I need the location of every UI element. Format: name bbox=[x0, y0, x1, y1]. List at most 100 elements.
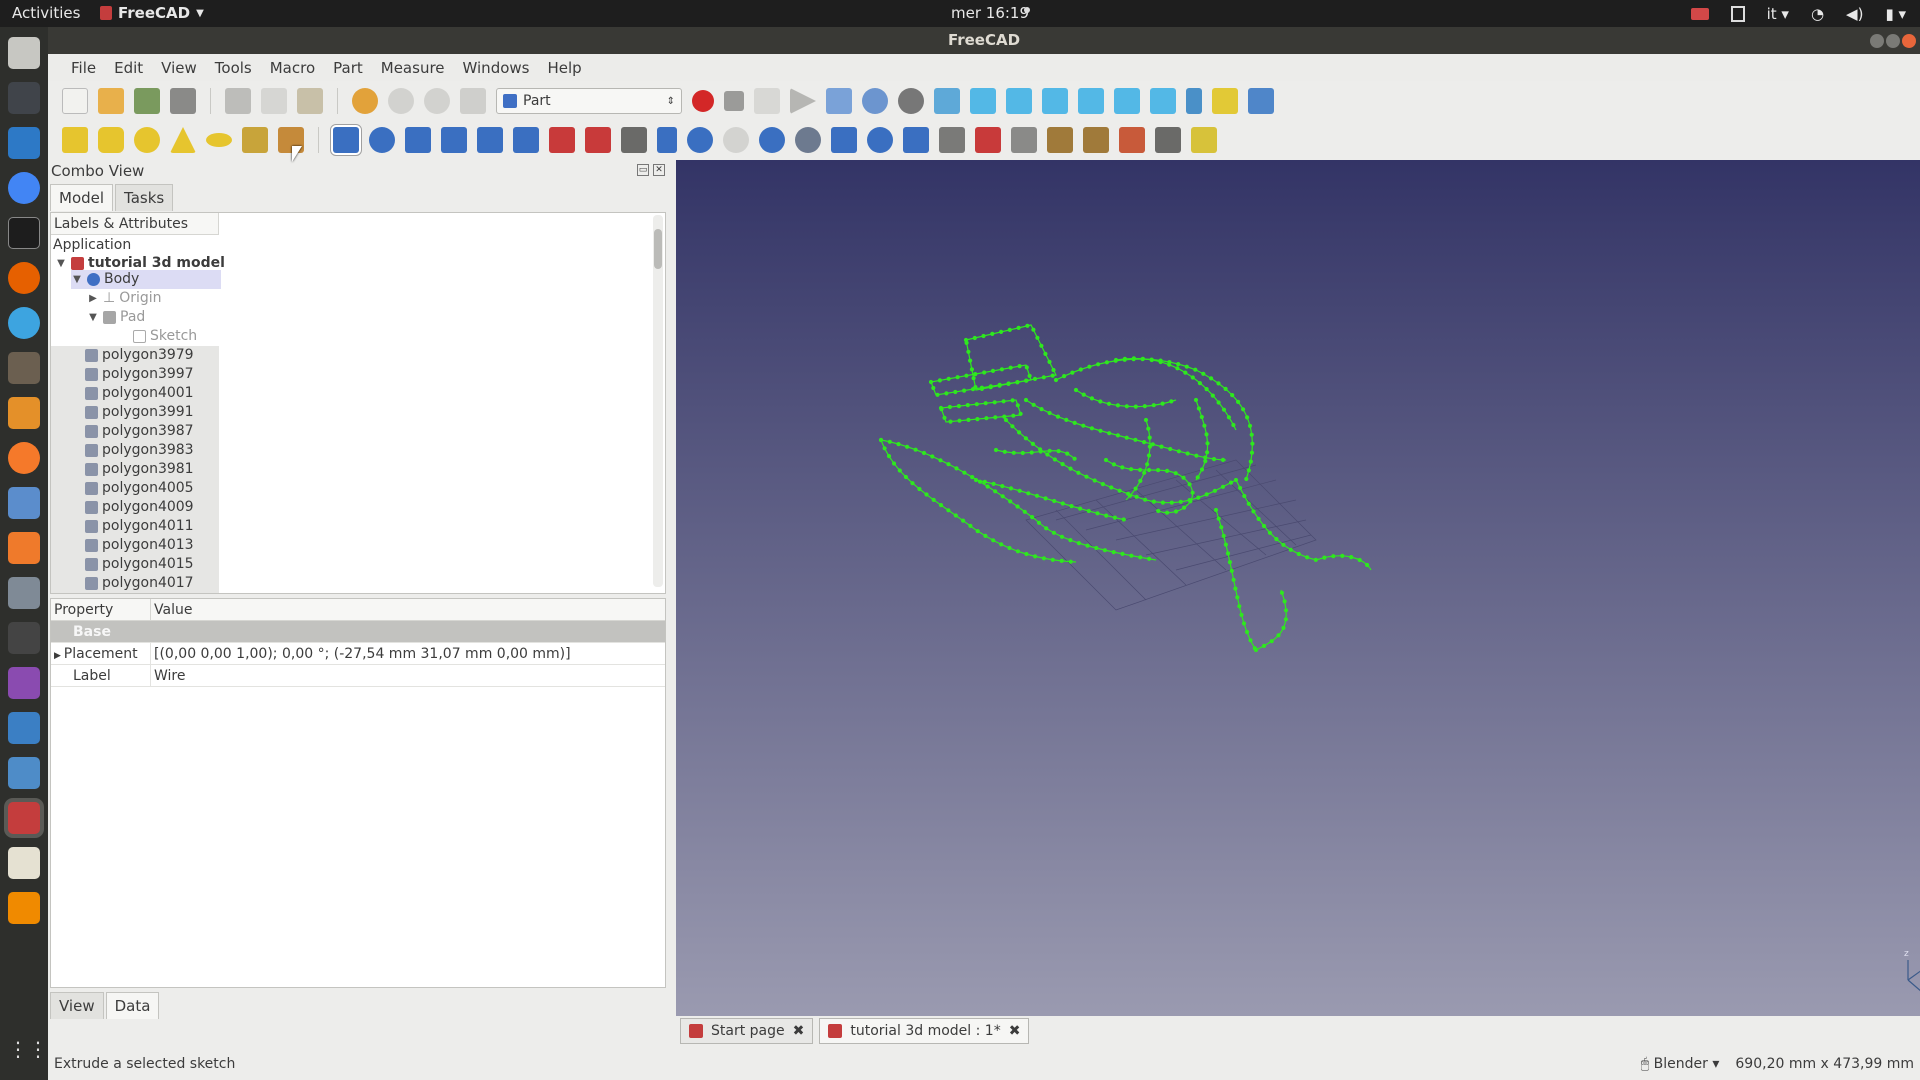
inkscape-icon[interactable] bbox=[8, 82, 40, 114]
fillet-icon[interactable] bbox=[441, 127, 467, 153]
fit-all-icon[interactable] bbox=[826, 88, 852, 114]
tree-polygon-item[interactable]: polygon3983 bbox=[51, 441, 219, 460]
macro-edit-icon[interactable] bbox=[754, 88, 780, 114]
close-window-icon[interactable] bbox=[1902, 34, 1916, 48]
battery-icon[interactable]: ▮ ▾ bbox=[1885, 5, 1906, 23]
view-bottom-icon[interactable] bbox=[1114, 88, 1140, 114]
menu-macro[interactable]: Macro bbox=[261, 59, 324, 77]
float-panel-icon[interactable]: ▭ bbox=[637, 164, 649, 176]
files-icon[interactable] bbox=[8, 37, 40, 69]
activities-button[interactable]: Activities bbox=[12, 4, 80, 22]
open-folder-icon[interactable] bbox=[98, 88, 124, 114]
menu-view[interactable]: View bbox=[152, 59, 206, 77]
attachment-icon[interactable] bbox=[1119, 127, 1145, 153]
tree-polygon-item[interactable]: polygon4017 bbox=[51, 574, 219, 593]
primitives-icon[interactable] bbox=[242, 127, 268, 153]
measure-distance-icon[interactable] bbox=[1186, 88, 1202, 114]
copy-icon[interactable] bbox=[261, 88, 287, 114]
tab-model[interactable]: Model bbox=[50, 184, 114, 211]
cylinder-icon[interactable] bbox=[98, 127, 124, 153]
freecad-launcher-icon[interactable] bbox=[8, 802, 40, 834]
expand-arrow-icon[interactable]: ▶ bbox=[54, 651, 64, 661]
vlc-icon[interactable] bbox=[8, 892, 40, 924]
wifi-icon[interactable]: ◔ bbox=[1811, 5, 1824, 23]
common-icon[interactable] bbox=[795, 127, 821, 153]
extrude-icon[interactable] bbox=[333, 127, 359, 153]
save-icon[interactable] bbox=[134, 88, 160, 114]
view-right-icon[interactable] bbox=[1042, 88, 1068, 114]
cube-icon[interactable] bbox=[62, 127, 88, 153]
ruled-surface-icon[interactable] bbox=[549, 127, 575, 153]
minimize-icon[interactable] bbox=[1870, 34, 1884, 48]
cut-boolean-icon[interactable] bbox=[723, 127, 749, 153]
chamfer-icon[interactable] bbox=[477, 127, 503, 153]
section-icon[interactable] bbox=[657, 127, 677, 153]
thickness-icon[interactable] bbox=[939, 127, 965, 153]
fuse-icon[interactable] bbox=[759, 127, 785, 153]
tree-pad[interactable]: ▼ Pad bbox=[87, 308, 145, 327]
virtualbox-icon[interactable] bbox=[8, 757, 40, 789]
tree-polygon-item[interactable]: polygon4011 bbox=[51, 517, 219, 536]
torus-icon[interactable] bbox=[206, 133, 232, 147]
video-editor-icon[interactable] bbox=[8, 667, 40, 699]
sphere-icon[interactable] bbox=[134, 127, 160, 153]
sweep-icon[interactable] bbox=[621, 127, 647, 153]
tab-view[interactable]: View bbox=[50, 992, 104, 1019]
part-object-icon[interactable] bbox=[1212, 88, 1238, 114]
expand-arrow-icon[interactable]: ▶ bbox=[87, 289, 99, 308]
undo-icon[interactable] bbox=[352, 88, 378, 114]
tree-polygon-item[interactable]: polygon3979 bbox=[51, 346, 219, 365]
loft-icon[interactable] bbox=[585, 127, 611, 153]
tab-data[interactable]: Data bbox=[105, 992, 160, 1019]
property-placement[interactable]: ▶ Placement [(0,00 0,00 1,00); 0,00 °; (… bbox=[51, 643, 665, 665]
tree-origin[interactable]: ▶ ⊥ Origin bbox=[87, 289, 161, 308]
menu-edit[interactable]: Edit bbox=[105, 59, 152, 77]
placement-value[interactable]: [(0,00 0,00 1,00); 0,00 °; (-27,54 mm 31… bbox=[151, 643, 571, 664]
menu-measure[interactable]: Measure bbox=[372, 59, 454, 77]
volume-icon[interactable]: ◀) bbox=[1846, 5, 1863, 23]
chromium-icon[interactable] bbox=[8, 172, 40, 204]
keyboard-layout-indicator[interactable]: it ▾ bbox=[1767, 5, 1789, 23]
writer-icon[interactable] bbox=[8, 127, 40, 159]
expand-arrow-icon[interactable]: ▼ bbox=[87, 308, 99, 327]
clipboard-icon[interactable] bbox=[1730, 5, 1745, 22]
sharing-icon[interactable] bbox=[8, 712, 40, 744]
draw-icon[interactable] bbox=[8, 397, 40, 429]
close-panel-icon[interactable]: ✕ bbox=[653, 164, 665, 176]
tree-polygon-item[interactable]: polygon3991 bbox=[51, 403, 219, 422]
scanner-icon[interactable] bbox=[8, 487, 40, 519]
join-features-icon[interactable] bbox=[831, 127, 857, 153]
redo-icon[interactable] bbox=[388, 88, 414, 114]
show-apps-icon[interactable]: ⋮⋮ bbox=[8, 1037, 48, 1069]
boolean-icon[interactable] bbox=[687, 127, 713, 153]
tree-body[interactable]: ▼ Body bbox=[71, 270, 221, 289]
paste-icon[interactable] bbox=[297, 88, 323, 114]
menu-part[interactable]: Part bbox=[324, 59, 372, 77]
projection-icon[interactable] bbox=[1155, 127, 1181, 153]
cut-icon[interactable] bbox=[225, 88, 251, 114]
text-editor-icon[interactable] bbox=[8, 847, 40, 879]
split-icon[interactable] bbox=[867, 127, 893, 153]
revolve-icon[interactable] bbox=[369, 127, 395, 153]
wireframe-model[interactable]: z y x bbox=[676, 160, 1920, 1016]
tree-scrollbar[interactable] bbox=[653, 215, 663, 587]
make-face-icon[interactable] bbox=[513, 127, 539, 153]
tree-polygon-item[interactable]: polygon4015 bbox=[51, 555, 219, 574]
tree-polygon-item[interactable]: polygon4005 bbox=[51, 479, 219, 498]
tree-sketch[interactable]: Sketch bbox=[133, 327, 197, 346]
defeaturing-icon[interactable] bbox=[1047, 127, 1073, 153]
view-rear-icon[interactable] bbox=[1078, 88, 1104, 114]
tree-polygon-item[interactable]: polygon4009 bbox=[51, 498, 219, 517]
workbench-selector[interactable]: Part ⇕ bbox=[496, 88, 682, 114]
terminal-icon[interactable] bbox=[8, 217, 40, 249]
tree-polygon-item[interactable]: polygon4001 bbox=[51, 384, 219, 403]
print-icon[interactable] bbox=[170, 88, 196, 114]
stop-macro-icon[interactable] bbox=[724, 91, 744, 111]
tree-polygon-item[interactable]: polygon3997 bbox=[51, 365, 219, 384]
tree-polygon-item[interactable]: polygon3987 bbox=[51, 422, 219, 441]
tab-tasks[interactable]: Tasks bbox=[115, 184, 174, 211]
menu-help[interactable]: Help bbox=[538, 59, 590, 77]
refresh-icon[interactable] bbox=[424, 88, 450, 114]
gimp-icon[interactable] bbox=[8, 352, 40, 384]
color-per-face-icon[interactable] bbox=[1191, 127, 1217, 153]
